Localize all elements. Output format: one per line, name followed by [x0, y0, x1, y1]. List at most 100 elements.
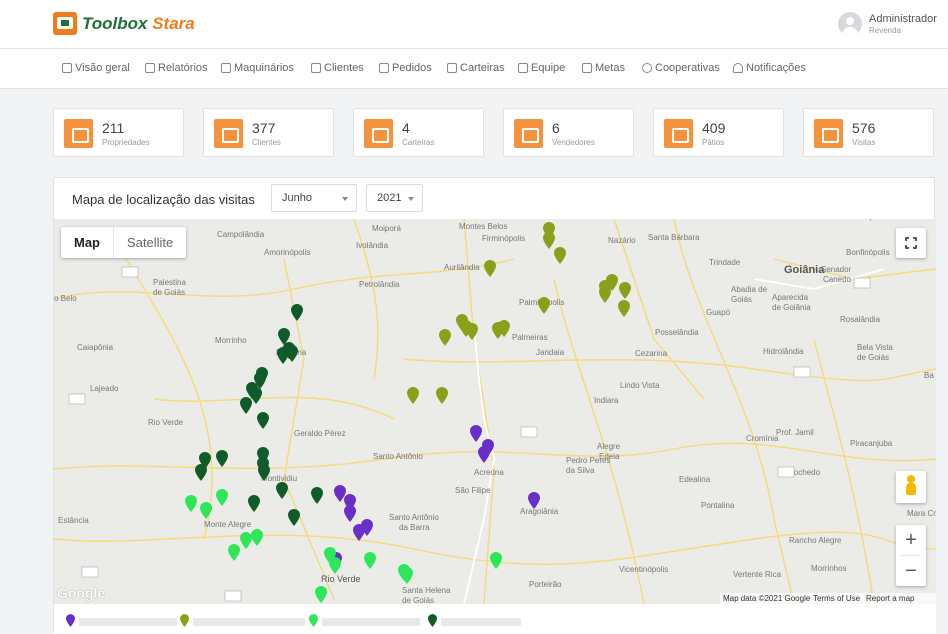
map-attribution: Map data ©2021 Google [720, 593, 814, 604]
map-marker-olive[interactable] [407, 387, 419, 404]
map-marker-lime[interactable] [200, 502, 212, 519]
nav-item-clientes[interactable]: Clientes [311, 62, 364, 74]
map-marker-lime[interactable] [240, 532, 252, 549]
svg-text:Bela Vista: Bela Vista [857, 343, 893, 352]
nav-item-carteiras[interactable]: Carteiras [447, 62, 505, 74]
legend-marker-dark-green [428, 614, 437, 627]
nav-item-visao-geral[interactable]: Visão geral [62, 62, 130, 74]
nav-item-metas[interactable]: Metas [582, 62, 625, 74]
map-marker-olive[interactable] [436, 387, 448, 404]
map-marker-lime[interactable] [315, 586, 327, 603]
stat-card-clientes: 377 Clientes [203, 108, 334, 157]
svg-text:o Belo: o Belo [54, 294, 77, 303]
map-marker-dark-green[interactable] [258, 464, 270, 481]
nav-item-notificacoes[interactable]: Notificações [733, 62, 806, 74]
map-marker-lime[interactable] [185, 495, 197, 512]
svg-text:Lindo Vista: Lindo Vista [620, 381, 660, 390]
svg-text:Palestina: Palestina [153, 278, 186, 287]
map-marker-dark-green[interactable] [216, 450, 228, 467]
nav-item-pedidos[interactable]: Pedidos [379, 62, 432, 74]
map-marker-olive[interactable] [554, 247, 566, 264]
truck-icon [221, 63, 231, 73]
svg-text:São Filipe: São Filipe [455, 486, 491, 495]
map-marker-dark-green[interactable] [311, 487, 323, 504]
map-marker-lime[interactable] [401, 567, 413, 584]
map-marker-purple[interactable] [470, 425, 482, 442]
svg-text:Piracanjuba: Piracanjuba [850, 439, 893, 448]
map-marker-purple[interactable] [353, 524, 365, 541]
svg-text:Petrolândia: Petrolândia [359, 280, 400, 289]
map-icon [814, 119, 843, 148]
map-type-satellite-button[interactable]: Satellite [113, 227, 186, 258]
map-marker-dark-green[interactable] [291, 304, 303, 321]
map-marker-olive[interactable] [618, 300, 630, 317]
svg-text:Geraldo Pérez: Geraldo Pérez [294, 429, 346, 438]
map-marker-lime[interactable] [228, 544, 240, 561]
stat-value: 4 [402, 120, 410, 136]
legend-label-redacted [193, 618, 305, 626]
nav-item-cooperativas[interactable]: Cooperativas [642, 62, 720, 74]
map-type-control[interactable]: Map Satellite [61, 227, 187, 258]
google-map[interactable]: Goiânia Trindade Senador Canedo Aparecida… [54, 219, 936, 604]
map-marker-dark-green[interactable] [288, 509, 300, 526]
street-view-pegman[interactable] [896, 471, 926, 503]
map-marker-dark-green[interactable] [276, 482, 288, 499]
map-marker-dark-green[interactable] [195, 464, 207, 481]
nav-item-maquinarios[interactable]: Maquinários [221, 62, 294, 74]
map-marker-olive[interactable] [538, 297, 550, 314]
legend-label-redacted [79, 618, 177, 626]
main-nav: Visão geral Relatórios Maquinários Clien… [0, 49, 948, 89]
map-marker-lime[interactable] [216, 489, 228, 506]
user-name: Administrador [869, 13, 937, 25]
map-marker-dark-green[interactable] [240, 397, 252, 414]
map-marker-lime[interactable] [329, 557, 341, 574]
google-logo[interactable]: Google [57, 585, 105, 601]
nav-item-equipe[interactable]: Equipe [518, 62, 565, 74]
map-marker-dark-green[interactable] [286, 345, 298, 362]
zoom-out-button[interactable]: − [896, 556, 926, 586]
user-menu[interactable]: Administrador Revenda [838, 12, 937, 36]
svg-text:Santa Bárbara: Santa Bárbara [648, 233, 700, 242]
chevron-down-icon [408, 197, 414, 201]
report-error-link[interactable]: Report a map error [863, 593, 936, 604]
stat-label: Pátios [702, 138, 725, 147]
bell-icon [733, 63, 743, 73]
tractor-icon [664, 119, 693, 148]
svg-text:Indiara: Indiara [594, 396, 619, 405]
map-marker-purple[interactable] [478, 446, 490, 463]
svg-text:de Goiás: de Goiás [153, 288, 185, 297]
map-marker-olive[interactable] [599, 286, 611, 303]
fullscreen-button[interactable] [896, 228, 926, 258]
month-select[interactable]: Junho [271, 184, 357, 212]
map-marker-olive[interactable] [484, 260, 496, 277]
map-marker-purple[interactable] [528, 492, 540, 509]
svg-text:Estância: Estância [58, 516, 89, 525]
svg-text:Canedo: Canedo [823, 275, 852, 284]
users-icon [311, 63, 321, 73]
map-type-map-button[interactable]: Map [61, 227, 113, 258]
map-marker-purple[interactable] [344, 505, 356, 522]
map-marker-lime[interactable] [364, 552, 376, 569]
nav-item-relatorios[interactable]: Relatórios [145, 62, 208, 74]
map-marker-olive[interactable] [466, 323, 478, 340]
warehouse-icon [64, 119, 93, 148]
map-marker-lime[interactable] [251, 529, 263, 546]
stat-label: Visitas [852, 138, 876, 147]
svg-text:Santo Antônio: Santo Antônio [373, 452, 423, 461]
app-logo[interactable]: Toolbox Stara [53, 12, 195, 35]
map-marker-lime[interactable] [490, 552, 502, 569]
zoom-in-button[interactable]: + [896, 525, 926, 555]
stat-value: 409 [702, 120, 726, 136]
svg-text:Rosalândia: Rosalândia [840, 315, 881, 324]
map-marker-dark-green[interactable] [257, 412, 269, 429]
map-marker-dark-green[interactable] [248, 495, 260, 512]
year-select[interactable]: 2021 [366, 184, 423, 212]
stat-value: 6 [552, 120, 560, 136]
map-marker-olive[interactable] [619, 282, 631, 299]
map-marker-olive[interactable] [498, 320, 510, 337]
terms-link[interactable]: Terms of Use [810, 593, 864, 604]
svg-text:Santo Antônio: Santo Antônio [389, 513, 439, 522]
svg-text:Rio Verde: Rio Verde [148, 418, 184, 427]
map-marker-olive[interactable] [439, 329, 451, 346]
svg-text:Moiporá: Moiporá [372, 224, 401, 233]
